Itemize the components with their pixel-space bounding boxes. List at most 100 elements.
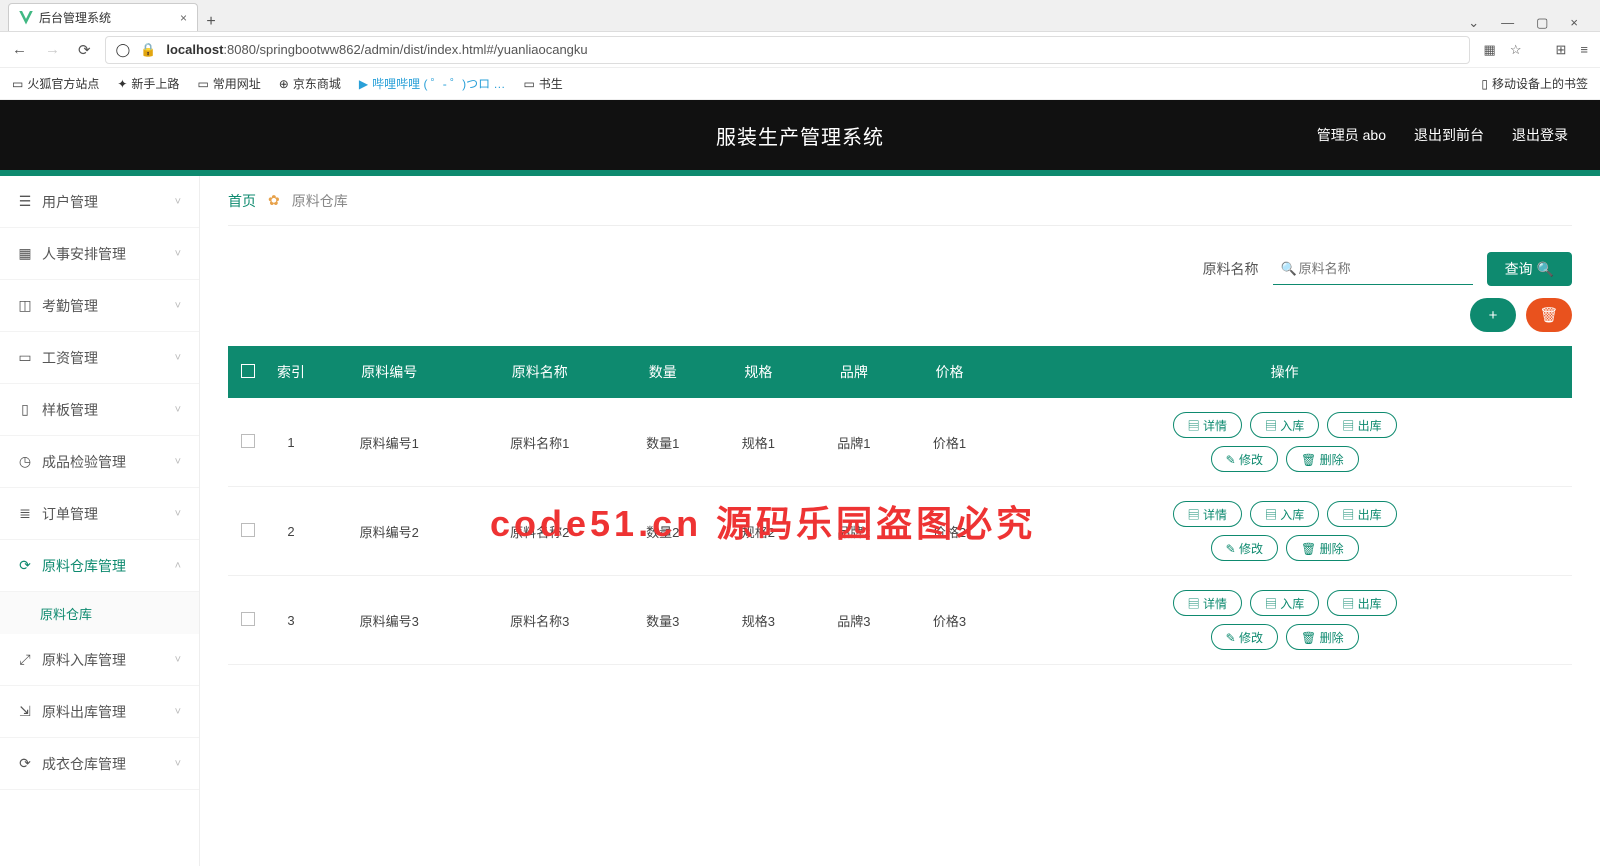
row-checkbox[interactable] bbox=[241, 523, 255, 537]
detail-button[interactable]: ▤ 详情 bbox=[1173, 412, 1242, 438]
back-icon[interactable]: ← bbox=[12, 41, 27, 59]
breadcrumb-current: 原料仓库 bbox=[292, 191, 348, 211]
sidebar-item[interactable]: ⟳成衣仓库管理˅ bbox=[0, 738, 199, 790]
sidebar-item[interactable]: ▦人事安排管理˅ bbox=[0, 228, 199, 280]
table-header: 品牌 bbox=[806, 346, 902, 398]
browser-tab[interactable]: 后台管理系统 × bbox=[8, 3, 198, 31]
app-header: 服装生产管理系统 管理员 abo 退出到前台 退出登录 bbox=[0, 100, 1600, 170]
menu-icon: ▦ bbox=[18, 245, 32, 262]
edit-button[interactable]: ✎ 修改 bbox=[1211, 535, 1278, 561]
menu-icon: ⟳ bbox=[18, 557, 32, 574]
bookmark-item[interactable]: ⊕ 京东商城 bbox=[279, 75, 341, 92]
chevron-down-icon: ˅ bbox=[175, 456, 181, 468]
chevron-down-icon: ˅ bbox=[175, 508, 181, 520]
sidebar-item[interactable]: ≣订单管理˅ bbox=[0, 488, 199, 540]
menu-label: 原料出库管理 bbox=[42, 702, 126, 722]
cell-price: 价格1 bbox=[902, 398, 998, 487]
cell-code: 原料编号2 bbox=[314, 487, 465, 576]
cell-code: 原料编号1 bbox=[314, 398, 465, 487]
cell-price: 价格3 bbox=[902, 576, 998, 665]
main-content: 首页 ✿ 原料仓库 原料名称 🔍 查询 🔍 + 🗑 索引原料编号原料名称数量规格… bbox=[200, 176, 1600, 866]
cell-qty: 数量1 bbox=[615, 398, 711, 487]
menu-icon[interactable]: ≡ bbox=[1580, 42, 1588, 57]
cell-spec: 规格3 bbox=[711, 576, 807, 665]
table-header: 规格 bbox=[711, 346, 807, 398]
sidebar-item[interactable]: ▭工资管理˅ bbox=[0, 332, 199, 384]
detail-button[interactable]: ▤ 详情 bbox=[1173, 501, 1242, 527]
checkbox-all[interactable] bbox=[241, 364, 255, 378]
breadcrumb-home[interactable]: 首页 bbox=[228, 191, 256, 211]
delete-row-button[interactable]: 🗑 删除 bbox=[1286, 624, 1359, 650]
row-checkbox[interactable] bbox=[241, 434, 255, 448]
chevron-down-icon: ˅ bbox=[175, 404, 181, 416]
sidebar-item[interactable]: ◷成品检验管理˅ bbox=[0, 436, 199, 488]
forward-icon[interactable]: → bbox=[45, 41, 60, 59]
out-button[interactable]: ▤ 出库 bbox=[1327, 590, 1396, 616]
out-button[interactable]: ▤ 出库 bbox=[1327, 412, 1396, 438]
bookmark-item[interactable]: ✦ 新手上路 bbox=[117, 75, 179, 92]
sidebar-item[interactable]: ◫考勤管理˅ bbox=[0, 280, 199, 332]
cell-index: 3 bbox=[268, 576, 314, 665]
in-button[interactable]: ▤ 入库 bbox=[1250, 501, 1319, 527]
delete-row-button[interactable]: 🗑 删除 bbox=[1286, 446, 1359, 472]
chevron-up-icon: ˄ bbox=[175, 560, 181, 572]
sidebar-item[interactable]: ▯样板管理˅ bbox=[0, 384, 199, 436]
new-tab-button[interactable]: + bbox=[198, 13, 224, 31]
edit-button[interactable]: ✎ 修改 bbox=[1211, 624, 1278, 650]
logout-link[interactable]: 退出登录 bbox=[1512, 125, 1568, 145]
menu-icon: ◫ bbox=[18, 297, 32, 314]
caret-down-icon[interactable]: ⌄ bbox=[1468, 15, 1479, 31]
url-path: :8080/springbootww862/admin/dist/index.h… bbox=[223, 42, 587, 57]
star-icon[interactable]: ☆ bbox=[1510, 42, 1522, 58]
bookmark-mobile[interactable]: ▯ 移动设备上的书签 bbox=[1481, 75, 1588, 92]
sidebar-item[interactable]: ⤢原料入库管理˅ bbox=[0, 634, 199, 686]
table-row: 3 原料编号3 原料名称3 数量3 规格3 品牌3 价格3 ▤ 详情 ▤ 入库 … bbox=[228, 576, 1572, 665]
menu-label: 原料入库管理 bbox=[42, 650, 126, 670]
bookmark-item[interactable]: ▶ 哔哩哔哩 ( ゜- ゜)つロ … bbox=[359, 75, 506, 92]
delete-row-button[interactable]: 🗑 删除 bbox=[1286, 535, 1359, 561]
add-button[interactable]: + bbox=[1470, 298, 1516, 332]
window-controls: ⌄ — ▢ × bbox=[1468, 15, 1592, 31]
address-bar[interactable]: ◯ 🔒 localhost:8080/springbootww862/admin… bbox=[105, 36, 1470, 64]
breadcrumb: 首页 ✿ 原料仓库 bbox=[228, 176, 1572, 226]
menu-icon: ☰ bbox=[18, 193, 32, 210]
cell-name: 原料名称1 bbox=[465, 398, 616, 487]
close-window-icon[interactable]: × bbox=[1570, 15, 1578, 31]
menu-icon: ◷ bbox=[18, 453, 32, 470]
menu-label: 考勤管理 bbox=[42, 296, 98, 316]
cell-spec: 规格1 bbox=[711, 398, 807, 487]
sidebar: ☰用户管理˅▦人事安排管理˅◫考勤管理˅▭工资管理˅▯样板管理˅◷成品检验管理˅… bbox=[0, 176, 200, 866]
reload-icon[interactable]: ⟳ bbox=[78, 41, 91, 59]
menu-label: 样板管理 bbox=[42, 400, 98, 420]
bookmark-item[interactable]: ▭ 常用网址 bbox=[197, 75, 260, 92]
search-input[interactable] bbox=[1273, 253, 1473, 285]
bookmark-item[interactable]: ▭ 火狐官方站点 bbox=[12, 75, 99, 92]
sidebar-subitem[interactable]: 原料仓库 bbox=[0, 592, 199, 634]
sidebar-item[interactable]: ⇲原料出库管理˅ bbox=[0, 686, 199, 738]
row-checkbox[interactable] bbox=[241, 612, 255, 626]
sidebar-item[interactable]: ⟳原料仓库管理˄ bbox=[0, 540, 199, 592]
cell-index: 1 bbox=[268, 398, 314, 487]
table-header: 价格 bbox=[902, 346, 998, 398]
to-front-link[interactable]: 退出到前台 bbox=[1414, 125, 1484, 145]
in-button[interactable]: ▤ 入库 bbox=[1250, 590, 1319, 616]
chevron-down-icon: ˅ bbox=[175, 758, 181, 770]
in-button[interactable]: ▤ 入库 bbox=[1250, 412, 1319, 438]
admin-label[interactable]: 管理员 abo bbox=[1317, 125, 1386, 145]
detail-button[interactable]: ▤ 详情 bbox=[1173, 590, 1242, 616]
qr-icon[interactable]: ▦ bbox=[1484, 42, 1496, 58]
cell-name: 原料名称3 bbox=[465, 576, 616, 665]
edit-button[interactable]: ✎ 修改 bbox=[1211, 446, 1278, 472]
close-icon[interactable]: × bbox=[180, 11, 187, 25]
table-header bbox=[228, 346, 268, 398]
query-button[interactable]: 查询 🔍 bbox=[1487, 252, 1572, 286]
extensions-icon[interactable]: ⊞ bbox=[1556, 42, 1567, 58]
maximize-icon[interactable]: ▢ bbox=[1536, 15, 1548, 31]
delete-button[interactable]: 🗑 bbox=[1526, 298, 1572, 332]
menu-icon: ⤢ bbox=[18, 651, 32, 668]
minimize-icon[interactable]: — bbox=[1501, 15, 1514, 31]
url-host: localhost bbox=[166, 42, 223, 57]
bookmark-item[interactable]: ▭ 书生 bbox=[523, 75, 562, 92]
sidebar-item[interactable]: ☰用户管理˅ bbox=[0, 176, 199, 228]
out-button[interactable]: ▤ 出库 bbox=[1327, 501, 1396, 527]
